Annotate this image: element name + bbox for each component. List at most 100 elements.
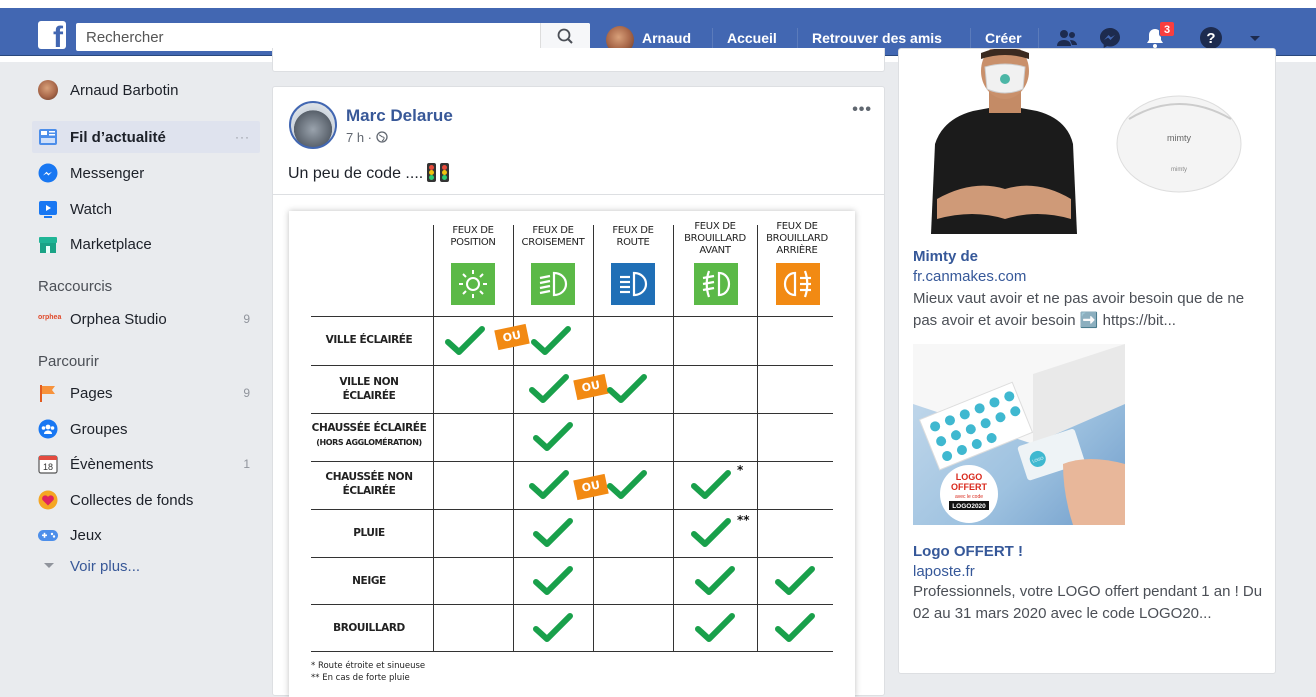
ad-url-laposte[interactable]: laposte.fr (913, 563, 975, 580)
search-button[interactable] (540, 23, 590, 51)
ad-url-mimty[interactable]: fr.canmakes.com (913, 268, 1026, 285)
post-text-content: Un peu de code .... (288, 165, 424, 182)
marketplace-icon (39, 237, 57, 253)
sidebar-item-label: Messenger (70, 165, 145, 182)
public-globe-icon (375, 131, 388, 143)
check-mark-icon (691, 518, 731, 547)
help-icon[interactable]: ? (1199, 26, 1223, 50)
author-avatar[interactable] (289, 101, 337, 149)
footnote-star: * (737, 463, 744, 477)
check-mark-icon (529, 470, 569, 499)
facebook-logo-icon[interactable]: f (38, 21, 66, 49)
ad-image-mimty[interactable]: mimty mimty (913, 43, 1261, 234)
sidebar-item-label: Jeux (70, 527, 102, 544)
sidebar-item-groups[interactable]: Groupes (32, 413, 260, 445)
check-mark-icon (691, 470, 731, 499)
table-grid-line (311, 651, 833, 652)
check-mark-icon (607, 374, 647, 403)
orphea-logo: orphea (38, 314, 62, 321)
post-author[interactable]: Marc Delarue (346, 106, 453, 126)
messenger-icon (38, 163, 58, 183)
post-timestamp[interactable]: 7 h · (346, 130, 388, 145)
svg-text:OFFERT: OFFERT (951, 482, 987, 492)
row-label-pluie: PLUIE (353, 527, 385, 539)
table-grid-line (311, 461, 833, 462)
search-icon (557, 28, 573, 44)
home-link[interactable]: Accueil (727, 30, 777, 46)
svg-text:LOGO: LOGO (956, 472, 983, 482)
user-avatar (38, 80, 58, 100)
sidebar-item-games[interactable]: Jeux (32, 519, 260, 551)
search-input[interactable] (76, 23, 546, 51)
check-mark-icon (533, 422, 573, 451)
check-mark-icon (533, 613, 573, 642)
sidebar-item-label: Arnaud Barbotin (70, 82, 179, 99)
traffic-light-icon (440, 163, 450, 182)
row-label-chaussee-eclairee: CHAUSSÉE ÉCLAIRÉE (HORS AGGLOMÉRATION) (305, 421, 433, 450)
find-friends-link[interactable]: Retrouver des amis (812, 30, 942, 46)
row-label-ville-non-eclairee: VILLE NON ÉCLAIRÉE (339, 376, 399, 402)
check-mark-icon (775, 566, 815, 595)
post-options-button[interactable]: ••• (852, 101, 872, 119)
nav-divider (1038, 28, 1039, 48)
ad-image-laposte[interactable]: LOGO LOGO OFFERT avec le code LOGO2020 (913, 344, 1125, 525)
sidebar-item-label: Pages (70, 385, 113, 402)
sidebar-item-label: Fil d’actualité (70, 129, 166, 146)
sidebar-item-orphea-studio[interactable]: orphea Orphea Studio 9 (32, 303, 260, 335)
ad-description-laposte: Professionnels, votre LOGO offert pendan… (913, 583, 1263, 622)
sidebar-item-marketplace[interactable]: Marketplace (32, 228, 260, 260)
friend-requests-icon[interactable] (1055, 26, 1079, 50)
sidebar-item-label: Marketplace (70, 236, 152, 253)
search-box (76, 23, 590, 51)
ad-title-laposte[interactable]: Logo OFFERT ! (913, 543, 1023, 560)
shortcuts-heading: Raccourcis (38, 278, 113, 295)
news-feed-icon (39, 129, 57, 145)
create-link[interactable]: Créer (985, 30, 1022, 46)
row-label-brouillard: BROUILLARD (333, 622, 405, 634)
column-header-route: FEUX DE ROUTE (612, 225, 654, 248)
row-label-neige: NEIGE (352, 575, 386, 587)
check-mark-icon (695, 613, 735, 642)
sidebar-item-count: 9 (243, 386, 250, 400)
more-options-icon[interactable]: ··· (235, 130, 250, 144)
post-card: Marc Delarue 7 h · ••• Un peu de code ..… (272, 86, 885, 697)
logo-printer-photo: LOGO LOGO OFFERT avec le code LOGO2020 (913, 344, 1125, 525)
footnote-1: * Route étroite et sinueuse (311, 661, 426, 671)
svg-text:mimty: mimty (1171, 167, 1187, 173)
sidebar-item-events[interactable]: 18 Évènements 1 (32, 448, 260, 480)
traffic-light-icon (427, 163, 437, 182)
sidebar-item-news-feed[interactable]: Fil d’actualité ··· (32, 121, 260, 153)
profile-link[interactable]: Arnaud (642, 30, 691, 46)
table-grid-line (311, 604, 833, 605)
sidebar-item-watch[interactable]: Watch (32, 193, 260, 225)
svg-text:mimty: mimty (1167, 133, 1191, 143)
table-grid-line (311, 509, 833, 510)
see-more-link[interactable]: Voir plus... (70, 558, 140, 575)
ad-title-mimty[interactable]: Mimty de (913, 248, 978, 265)
check-mark-icon (695, 566, 735, 595)
sponsored-column: mimty mimty Mimty de fr.canmakes.com Mie… (898, 43, 1276, 674)
nav-divider (797, 28, 798, 48)
ou-tag: OU (573, 473, 609, 501)
svg-text:avec le code: avec le code (955, 494, 983, 500)
ad-description-mimty: Mieux vaut avoir et ne pas avoir besoin … (913, 290, 1245, 329)
sidebar-item-profile[interactable]: Arnaud Barbotin (32, 74, 260, 106)
messenger-icon[interactable] (1098, 26, 1122, 50)
account-menu-chevron-icon[interactable] (1243, 26, 1267, 50)
check-mark-icon (531, 326, 571, 355)
notification-badge: 3 (1159, 21, 1175, 37)
sidebar-item-count: 1 (243, 457, 250, 471)
sidebar-item-label: Évènements (70, 456, 154, 473)
pages-flag-icon (40, 385, 55, 402)
nav-divider (970, 28, 971, 48)
row-label-main: CHAUSSÉE ÉCLAIRÉE (311, 422, 427, 434)
table-grid-line (311, 557, 833, 558)
sidebar-item-label: Collectes de fonds (70, 492, 194, 509)
table-grid-line (673, 225, 674, 651)
sidebar-item-messenger[interactable]: Messenger (32, 157, 260, 189)
post-image-headlights-table[interactable]: FEUX DE POSITION FEUX DE CROISEMENT FEUX… (289, 211, 855, 697)
table-grid-line (311, 316, 833, 317)
sidebar-item-fundraisers[interactable]: Collectes de fonds (32, 484, 260, 516)
sidebar-item-pages[interactable]: Pages 9 (32, 377, 260, 409)
post-time: 7 h · (346, 130, 376, 145)
